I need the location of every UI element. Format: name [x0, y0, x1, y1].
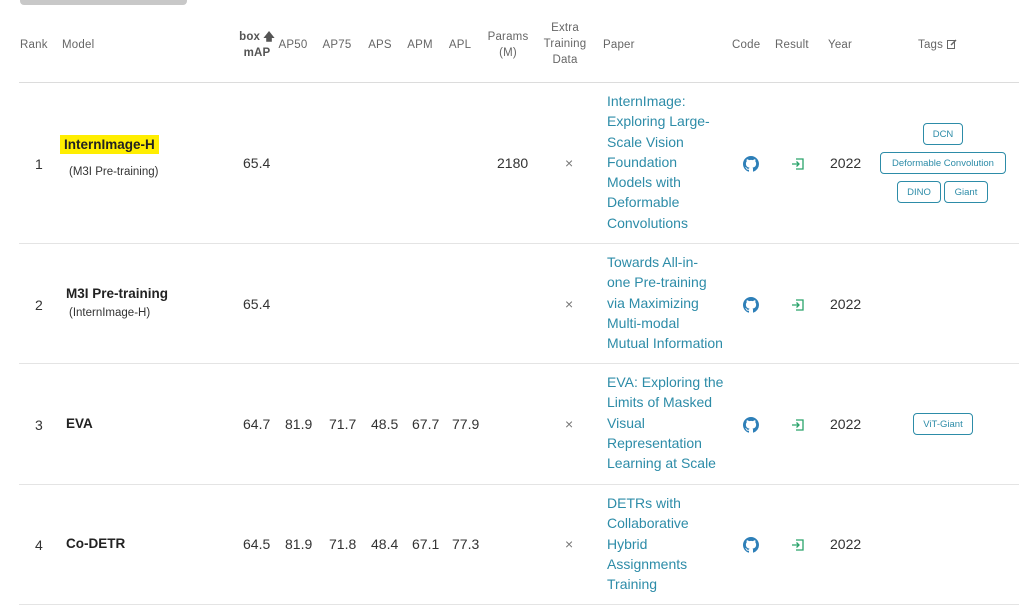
rank-cell: 1 [35, 156, 43, 172]
header-params[interactable]: Params (M) [485, 29, 531, 61]
tag-dcn[interactable]: DCN [923, 123, 963, 145]
result-login-icon[interactable] [791, 418, 805, 432]
rank-cell: 4 [35, 537, 43, 553]
ap50-value: 81.9 [285, 536, 313, 552]
year-value: 2022 [830, 416, 862, 432]
header-rank[interactable]: Rank [20, 37, 48, 53]
model-name-link[interactable]: Co-DETR [66, 536, 125, 551]
tag-giant[interactable]: Giant [944, 181, 988, 203]
header-result[interactable]: Result [775, 37, 809, 53]
github-icon[interactable] [743, 297, 759, 313]
model-name-link[interactable]: InternImage-H [60, 135, 159, 154]
table-row: 2 M3I Pre-training (InternImage-H) 65.4 … [19, 244, 1019, 364]
result-login-icon[interactable] [791, 538, 805, 552]
table-header: Rank Model box 🡅 mAP AP50 AP75 APS APM A… [19, 14, 1019, 83]
paper-link[interactable]: InternImage: Exploring Large- Scale Visi… [607, 91, 729, 233]
apm-value: 67.1 [412, 536, 440, 552]
table-row: 3 EVA 64.7 81.9 71.7 48.5 67.7 77.9 × EV… [19, 364, 1019, 485]
apl-value: 77.9 [452, 416, 480, 432]
table-row: 1 InternImage-H (M3I Pre-training) 65.4 … [19, 83, 1019, 244]
edit-icon[interactable] [946, 39, 957, 49]
result-login-icon[interactable] [791, 298, 805, 312]
top-tab-indicator[interactable] [20, 0, 187, 5]
year-value: 2022 [830, 155, 862, 171]
header-aps[interactable]: APS [365, 37, 395, 53]
ap75-value: 71.8 [329, 536, 357, 552]
apl-value: 77.3 [452, 536, 480, 552]
header-tags[interactable]: Tags [918, 37, 957, 53]
header-ap75[interactable]: AP75 [320, 37, 354, 53]
github-icon[interactable] [743, 537, 759, 553]
header-year[interactable]: Year [828, 37, 852, 53]
model-subtitle: (M3I Pre-training) [69, 166, 159, 178]
aps-value: 48.5 [371, 416, 399, 432]
extra-data-mark: × [565, 416, 574, 432]
sort-up-arrow-icon: 🡅 [260, 31, 275, 43]
header-ap50[interactable]: AP50 [277, 37, 309, 53]
ap50-value: 81.9 [285, 416, 313, 432]
box-map-value: 65.4 [243, 155, 271, 171]
aps-value: 48.4 [371, 536, 399, 552]
header-apl[interactable]: APL [447, 37, 473, 53]
model-name-link[interactable]: M3I Pre-training [66, 286, 168, 301]
table-row: 4 Co-DETR 64.5 81.9 71.8 48.4 67.1 77.3 … [19, 485, 1019, 605]
year-value: 2022 [830, 536, 862, 552]
tag-deformable-convolution[interactable]: Deformable Convolution [880, 152, 1006, 174]
github-icon[interactable] [743, 417, 759, 433]
tag-vit-giant[interactable]: ViT-Giant [913, 413, 973, 435]
box-map-value: 64.5 [243, 536, 271, 552]
rank-cell: 3 [35, 417, 43, 433]
extra-data-mark: × [565, 296, 574, 312]
tag-dino[interactable]: DINO [897, 181, 941, 203]
paper-link[interactable]: DETRs with Collaborative Hybrid Assignme… [607, 493, 729, 594]
paper-link[interactable]: Towards All-in- one Pre-training via Max… [607, 252, 737, 353]
extra-data-mark: × [565, 155, 574, 171]
header-box-map[interactable]: box 🡅 mAP [237, 29, 277, 61]
model-name-link[interactable]: EVA [66, 416, 93, 431]
model-subtitle: (InternImage-H) [69, 307, 151, 319]
header-apm[interactable]: APM [404, 37, 436, 53]
header-extra-training-data[interactable]: Extra Training Data [539, 20, 591, 68]
year-value: 2022 [830, 296, 862, 312]
header-paper[interactable]: Paper [603, 37, 635, 53]
header-model[interactable]: Model [62, 37, 94, 53]
ap75-value: 71.7 [329, 416, 357, 432]
box-map-value: 64.7 [243, 416, 271, 432]
extra-data-mark: × [565, 536, 574, 552]
rank-cell: 2 [35, 297, 43, 313]
github-icon[interactable] [743, 156, 759, 172]
box-map-value: 65.4 [243, 296, 271, 312]
header-code[interactable]: Code [732, 37, 760, 53]
apm-value: 67.7 [412, 416, 440, 432]
params-value: 2180 [497, 155, 529, 171]
paper-link[interactable]: EVA: Exploring the Limits of Masked Visu… [607, 372, 737, 473]
result-login-icon[interactable] [791, 157, 805, 171]
